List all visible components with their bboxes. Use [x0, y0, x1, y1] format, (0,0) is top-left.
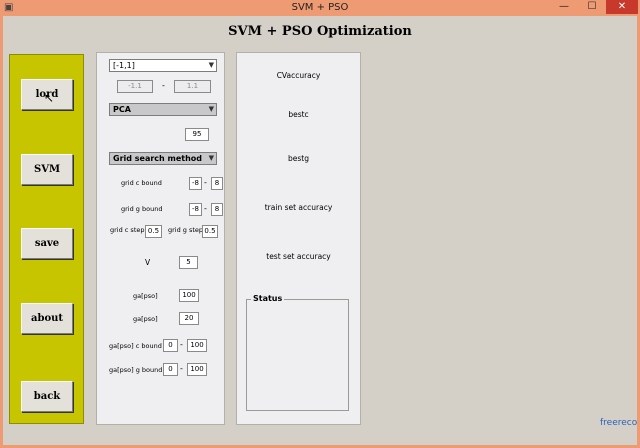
ga-pso-g-max-field[interactable]: 100 [187, 363, 207, 376]
best-g-label: bestg [288, 154, 309, 163]
minimize-button[interactable]: — [552, 0, 576, 14]
grid-c-min-field[interactable]: -8 [189, 177, 202, 190]
page-title: SVM + PSO Optimization [228, 24, 412, 39]
test-accuracy-label: test set accuracy [266, 252, 331, 261]
ga-pso-field-1[interactable]: 100 [179, 289, 199, 302]
reduction-percent-field[interactable]: 95 [185, 128, 209, 141]
normalization-range-value: [-1,1] [113, 61, 135, 70]
about-button[interactable]: about [21, 303, 73, 334]
results-panel: CVaccuracy bestc bestg train set accurac… [236, 52, 361, 425]
normalization-range-select[interactable]: [-1,1] ▼ [109, 59, 217, 72]
svm-button[interactable]: SVM [21, 154, 73, 185]
grid-g-min-field[interactable]: -8 [189, 203, 202, 216]
chevron-down-icon: ▼ [208, 105, 214, 113]
grid-g-max-field[interactable]: 8 [211, 203, 223, 216]
ga-pso-label-1: ga[pso] [133, 292, 158, 300]
ga-pso-label-2: ga[pso] [133, 315, 158, 323]
range-separator: - [162, 81, 165, 90]
grid-c-step-label: grid c step [110, 226, 145, 234]
maximize-button[interactable]: ☐ [580, 0, 604, 14]
ga-pso-g-min-field[interactable]: 0 [163, 363, 178, 376]
train-accuracy-label: train set accuracy [264, 203, 333, 212]
range-min-field[interactable]: -1.1 [117, 80, 153, 93]
best-c-label: bestc [288, 110, 309, 119]
sidebar-panel: lord SVM save about back [9, 54, 84, 424]
status-title: Status [251, 294, 285, 304]
window-title: SVM + PSO [291, 2, 349, 13]
ga-pso-g-bound-label: ga[pso] g bound [109, 366, 163, 374]
chevron-down-icon: ▼ [208, 154, 214, 162]
ga-pso-c-max-field[interactable]: 100 [187, 339, 207, 352]
grid-c-separator: - [204, 178, 207, 187]
ga-pso-c-bound-label: ga[pso] c bound [109, 342, 162, 350]
grid-c-max-field[interactable]: 8 [211, 177, 223, 190]
v-fold-label: V [145, 258, 151, 267]
grid-g-bound-label: grid g bound [121, 205, 163, 213]
method-value: Grid search method [113, 154, 203, 163]
ga-pso-c-min-field[interactable]: 0 [163, 339, 178, 352]
v-fold-field[interactable]: 5 [179, 256, 198, 269]
parameter-panel: [-1,1] ▼ -1.1 - 1.1 PCA ▼ 95 Grid search… [96, 52, 225, 425]
grid-c-step-field[interactable]: 0.5 [145, 225, 162, 238]
chevron-down-icon: ▼ [208, 61, 214, 69]
close-button[interactable]: ✕ [606, 0, 638, 14]
method-select[interactable]: Grid search method ▼ [109, 152, 217, 165]
cv-accuracy-label: CVaccuracy [276, 71, 321, 80]
mouse-cursor-icon: ↖ [44, 91, 55, 105]
reduction-select[interactable]: PCA ▼ [109, 103, 217, 116]
save-button[interactable]: save [21, 228, 73, 259]
back-button[interactable]: back [21, 381, 73, 412]
grid-c-bound-label: grid c bound [121, 179, 162, 187]
grid-g-step-field[interactable]: 0.5 [202, 225, 218, 238]
ga-pso-c-separator: - [180, 340, 183, 349]
ga-pso-field-2[interactable]: 20 [179, 312, 199, 325]
reduction-value: PCA [113, 105, 131, 114]
window-frame-left [0, 16, 3, 448]
ga-pso-g-separator: - [180, 364, 183, 373]
grid-g-separator: - [204, 204, 207, 213]
status-box: Status [246, 294, 349, 411]
range-max-field[interactable]: 1.1 [174, 80, 211, 93]
grid-g-step-label: grid g step [168, 226, 204, 234]
watermark-text: freereco [600, 418, 638, 428]
window-titlebar: ▣ SVM + PSO — ☐ ✕ [0, 0, 640, 16]
